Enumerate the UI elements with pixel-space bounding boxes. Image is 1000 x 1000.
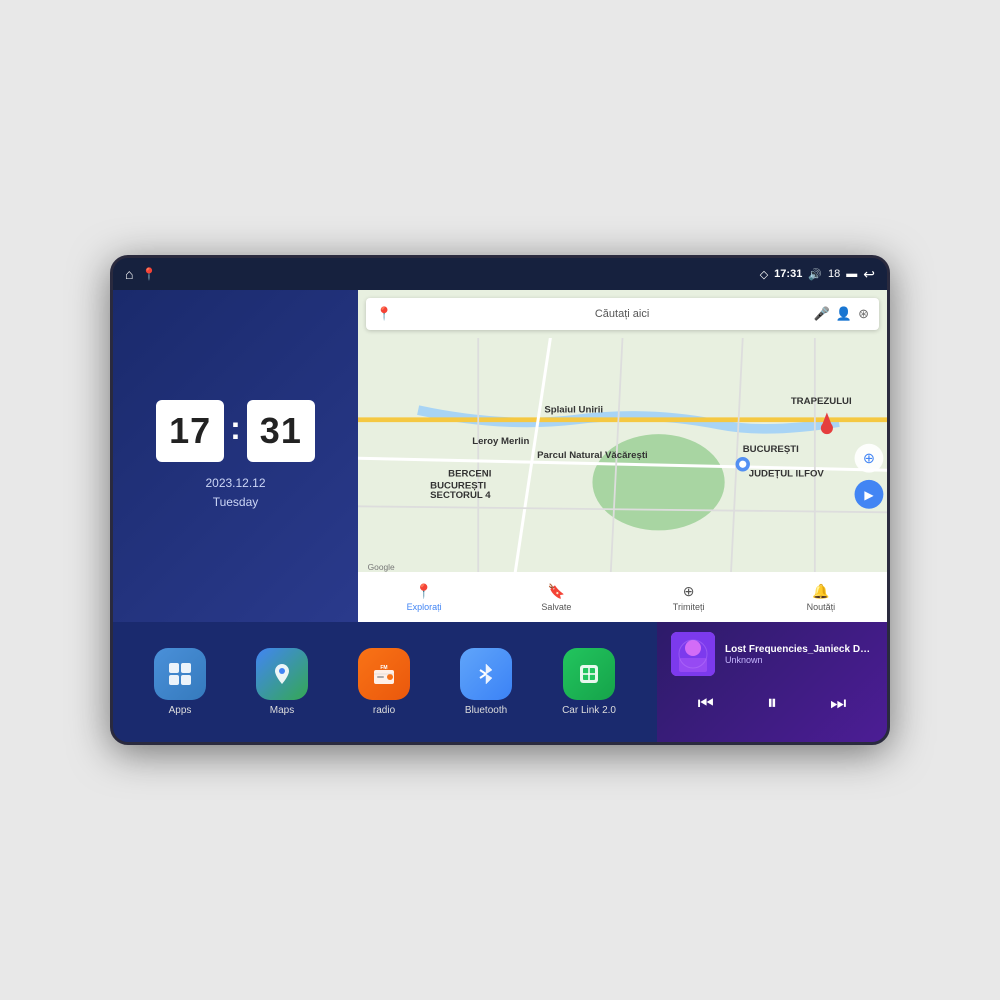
music-art-svg — [671, 632, 715, 676]
app-item-maps[interactable]: Maps — [256, 648, 308, 716]
clock-hours: 17 — [156, 400, 224, 462]
map-svg: Parcul Natural Văcărești Leroy Merlin BE… — [358, 338, 887, 578]
radio-icon: FM — [358, 648, 410, 700]
music-top: Lost Frequencies_Janieck Devy-... Unknow… — [671, 632, 873, 676]
music-info: Lost Frequencies_Janieck Devy-... Unknow… — [725, 644, 873, 665]
explore-icon: 📍 — [415, 583, 432, 600]
svg-text:BUCUREȘTI: BUCUREȘTI — [743, 444, 799, 455]
play-pause-button[interactable]: ⏸ — [759, 688, 785, 719]
music-controls: ⏮ ⏸ ⏭ — [671, 688, 873, 719]
svg-text:Leroy Merlin: Leroy Merlin — [472, 436, 529, 447]
svg-text:JUDEȚUL ILFOV: JUDEȚUL ILFOV — [749, 468, 825, 479]
news-icon: 🔔 — [812, 583, 829, 600]
carlink-label: Car Link 2.0 — [562, 705, 616, 716]
bottom-section: Apps Maps — [113, 622, 887, 742]
map-nav-saved[interactable]: 🔖 Salvate — [490, 583, 622, 612]
map-search-bar[interactable]: 📍 Căutați aici 🎤 👤 ⊛ — [366, 298, 879, 330]
app-icons: Apps Maps — [113, 622, 657, 742]
home-icon[interactable]: ⌂ — [125, 266, 133, 282]
clock-colon: : — [230, 410, 241, 447]
app-item-radio[interactable]: FM radio — [358, 648, 410, 716]
status-bar: ⌂ 📍 ◇ 17:31 🔊 18 ▬ ↩ — [113, 258, 887, 290]
app-item-apps[interactable]: Apps — [154, 648, 206, 716]
maps-pin-icon[interactable]: 📍 — [141, 267, 156, 281]
svg-text:⊕: ⊕ — [863, 451, 875, 467]
back-icon[interactable]: ↩ — [863, 266, 875, 283]
map-widget[interactable]: 📍 Căutați aici 🎤 👤 ⊛ — [358, 290, 887, 622]
map-search-text: Căutați aici — [595, 308, 806, 320]
carlink-svg-icon — [575, 660, 603, 688]
volume-icon: 🔊 — [808, 268, 822, 281]
bluetooth-label: Bluetooth — [465, 705, 507, 716]
map-search-icons: 🎤 👤 ⊛ — [814, 306, 869, 322]
clock-date: 2023.12.12 Tuesday — [205, 474, 265, 512]
clock-widget: 17 : 31 2023.12.12 Tuesday — [113, 290, 358, 622]
svg-text:Splaiul Unirii: Splaiul Unirii — [544, 405, 603, 416]
svg-text:Google: Google — [368, 562, 395, 572]
maps-icon — [256, 648, 308, 700]
music-player: Lost Frequencies_Janieck Devy-... Unknow… — [657, 622, 887, 742]
device-frame: ⌂ 📍 ◇ 17:31 🔊 18 ▬ ↩ 17 : — [110, 255, 890, 745]
svg-text:TRAPEZULUI: TRAPEZULUI — [791, 396, 852, 407]
svg-text:BERCENI: BERCENI — [448, 468, 492, 479]
map-background: 📍 Căutați aici 🎤 👤 ⊛ — [358, 290, 887, 622]
app-item-carlink[interactable]: Car Link 2.0 — [562, 648, 616, 716]
status-right: ◇ 17:31 🔊 18 ▬ ↩ — [760, 266, 875, 283]
apps-icon — [154, 648, 206, 700]
account-icon[interactable]: 👤 — [836, 306, 852, 322]
maps-label: Maps — [270, 705, 294, 716]
apps-label: Apps — [169, 705, 192, 716]
status-time: 17:31 — [774, 268, 802, 280]
layers-icon[interactable]: ⊛ — [858, 306, 869, 322]
svg-text:SECTORUL 4: SECTORUL 4 — [430, 490, 491, 501]
apps-grid-icon — [166, 660, 194, 688]
clock-minutes: 31 — [247, 400, 315, 462]
maps-svg-icon — [268, 660, 296, 688]
map-bottom-nav: 📍 Explorați 🔖 Salvate ⊕ Trimiteți — [358, 572, 887, 622]
location-icon: ◇ — [760, 268, 768, 281]
main-content: 17 : 31 2023.12.12 Tuesday 📍 — [113, 290, 887, 742]
map-nav-news[interactable]: 🔔 Noutăți — [755, 583, 887, 612]
next-button[interactable]: ⏭ — [822, 689, 854, 718]
battery-icon: ▬ — [846, 268, 857, 280]
map-nav-send[interactable]: ⊕ Trimiteți — [623, 583, 755, 612]
music-thumbnail — [671, 632, 715, 676]
svg-text:Parcul Natural Văcărești: Parcul Natural Văcărești — [537, 450, 648, 461]
radio-label: radio — [373, 705, 395, 716]
app-item-bluetooth[interactable]: Bluetooth — [460, 648, 512, 716]
send-icon: ⊕ — [683, 583, 695, 600]
map-nav-explore[interactable]: 📍 Explorați — [358, 583, 490, 612]
clock-display: 17 : 31 — [156, 400, 315, 462]
top-section: 17 : 31 2023.12.12 Tuesday 📍 — [113, 290, 887, 622]
svg-text:FM: FM — [380, 665, 387, 671]
mic-icon[interactable]: 🎤 — [814, 306, 830, 322]
saved-icon: 🔖 — [548, 583, 565, 600]
bluetooth-icon — [460, 648, 512, 700]
screen: ⌂ 📍 ◇ 17:31 🔊 18 ▬ ↩ 17 : — [113, 258, 887, 742]
music-artist: Unknown — [725, 655, 873, 665]
status-left: ⌂ 📍 — [125, 266, 156, 282]
radio-svg-icon: FM — [370, 660, 398, 688]
map-pin-icon: 📍 — [376, 306, 587, 322]
battery-level: 18 — [828, 268, 840, 280]
music-title: Lost Frequencies_Janieck Devy-... — [725, 644, 873, 655]
svg-text:▶: ▶ — [864, 488, 874, 502]
carlink-icon — [563, 648, 615, 700]
bluetooth-svg-icon — [472, 660, 500, 688]
prev-button[interactable]: ⏮ — [690, 689, 722, 718]
